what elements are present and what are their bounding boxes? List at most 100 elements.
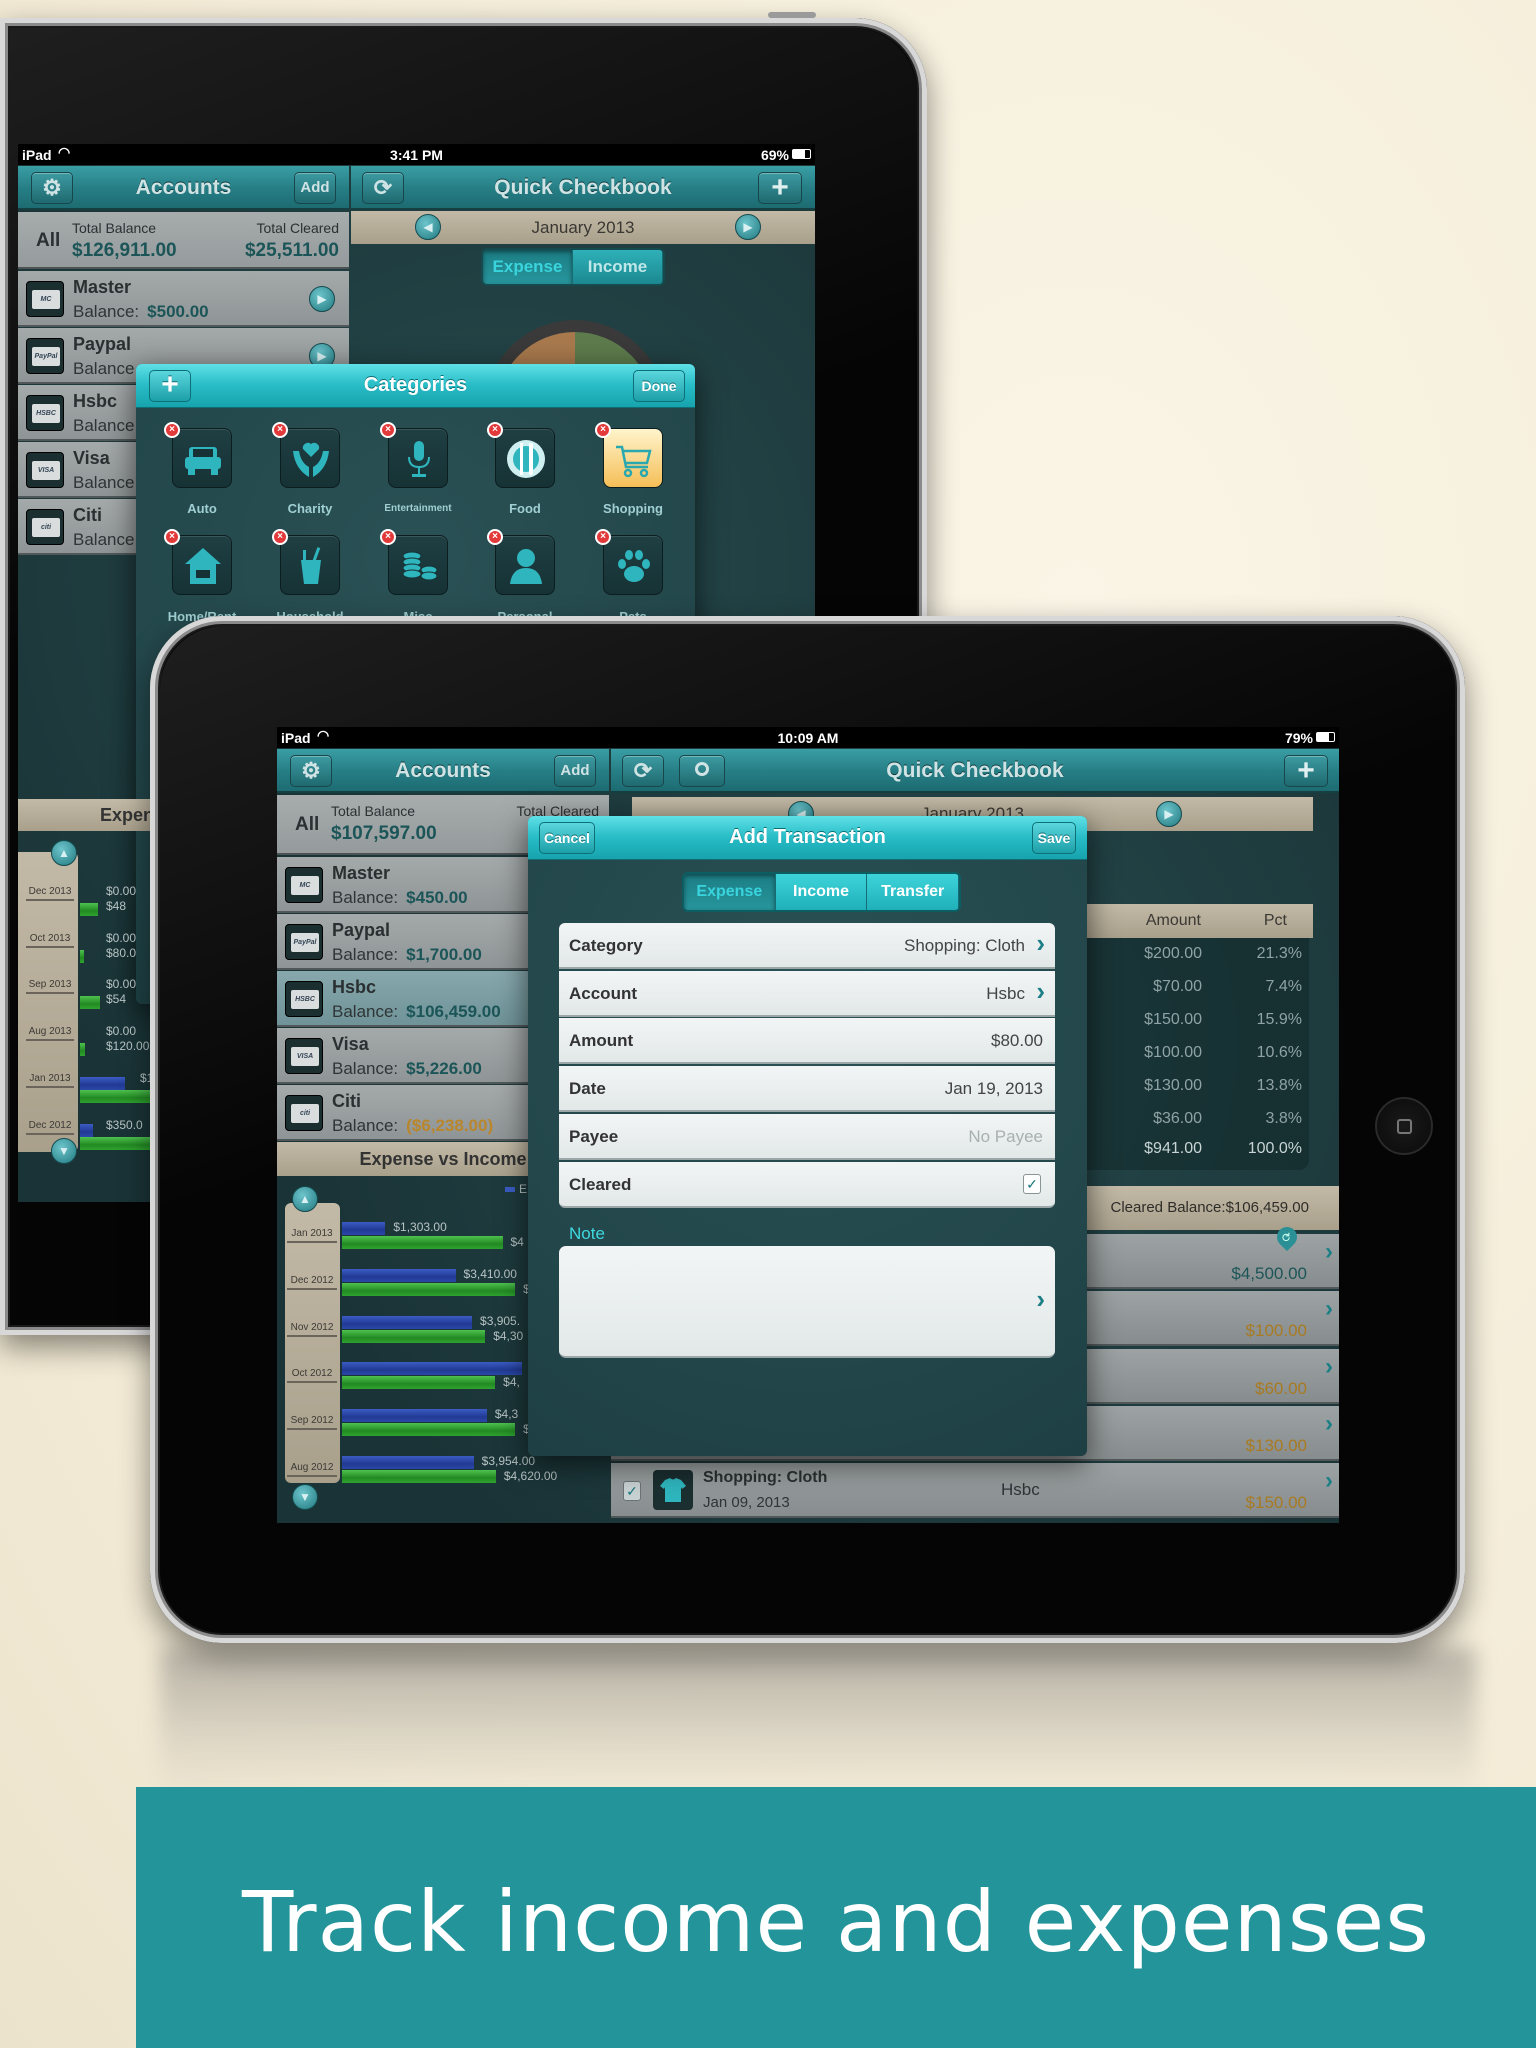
balance-label: Balance [73, 473, 135, 492]
field-value: Shopping: Cloth [904, 936, 1025, 955]
account-detail-arrow-icon[interactable]: ▶ [309, 286, 335, 312]
categories-title: Categories [363, 374, 468, 396]
field-account[interactable]: Account Hsbc › [559, 970, 1055, 1017]
balance-label: Balance: [332, 888, 399, 907]
done-button[interactable]: Done [633, 370, 685, 402]
chevron-right-icon: › [1036, 1284, 1045, 1314]
transaction-row[interactable]: $150.00 › ✓ Shopping: Cloth Jan 09, 2013 Hsbc [611, 1463, 1339, 1519]
add-account-button[interactable]: Add [294, 172, 336, 204]
income-bar [80, 1089, 150, 1103]
delete-category-icon[interactable]: × [595, 529, 611, 545]
category-entertainment[interactable] [388, 428, 448, 488]
category-shopping[interactable] [603, 428, 663, 488]
field-amount[interactable]: Amount $80.00 [559, 1018, 1055, 1065]
cleared-checkbox[interactable]: ✓ [1023, 1173, 1041, 1194]
month-scroller[interactable] [285, 1203, 340, 1483]
category-personal[interactable] [495, 535, 555, 595]
all-accounts-label: All [295, 814, 320, 835]
balance-value: $1,700.00 [406, 945, 482, 964]
add-transaction-header: Cancel Add Transaction Save [528, 816, 1087, 860]
add-transaction-button[interactable]: + [758, 172, 802, 204]
segment-income[interactable]: Income [573, 250, 663, 284]
table-pct-cell: 7.4% [1265, 978, 1302, 995]
field-cleared[interactable]: Cleared ✓ [559, 1161, 1055, 1208]
expense-value-label: $350.0 [106, 1117, 143, 1132]
cleared-checkbox[interactable]: ✓ [623, 1481, 641, 1502]
chevron-right-icon: › [1036, 975, 1045, 1006]
category-charity[interactable] [280, 428, 340, 488]
home-button[interactable] [1375, 1097, 1433, 1155]
chevron-right-icon[interactable]: › [1325, 1353, 1333, 1381]
field-category[interactable]: Category Shopping: Cloth › [559, 923, 1055, 969]
income-value-label: $4,30 [493, 1328, 524, 1343]
segment-expense[interactable]: Expense [684, 874, 776, 910]
chevron-right-icon[interactable]: › [1325, 1238, 1333, 1266]
scroll-down-icon[interactable]: ▼ [51, 1138, 77, 1164]
category-household[interactable] [280, 535, 340, 595]
delete-category-icon[interactable]: × [164, 529, 180, 545]
table-amount-cell: $150.00 [1144, 1011, 1202, 1028]
account-row-master[interactable]: MC Master Balance: $500.00 ▶ [18, 271, 349, 327]
delete-category-icon[interactable]: × [380, 529, 396, 545]
delete-category-icon[interactable]: × [164, 422, 180, 438]
add-account-button[interactable]: Add [554, 755, 596, 787]
chevron-right-icon[interactable]: › [1325, 1467, 1333, 1495]
income-bar [80, 903, 98, 916]
income-value-label: $80.0 [106, 945, 137, 960]
next-month-icon[interactable]: ▶ [735, 214, 761, 240]
transaction-amount: $100.00 [1245, 1321, 1307, 1341]
chevron-right-icon[interactable]: › [1325, 1410, 1333, 1438]
transaction-amount: $4,500.00 [1231, 1264, 1307, 1283]
field-date[interactable]: Date Jan 19, 2013 [559, 1066, 1055, 1113]
next-month-icon[interactable]: ▶ [1156, 801, 1182, 827]
transaction-account: Hsbc [1001, 1480, 1040, 1500]
segment-expense[interactable]: Expense [483, 250, 573, 284]
account-name: Visa [332, 1034, 369, 1054]
category-auto[interactable] [172, 428, 232, 488]
chart-month-label: Jan 2013 [26, 1073, 74, 1088]
expense-bar [80, 1076, 125, 1090]
balance-value: $5,226.00 [406, 1059, 482, 1078]
category-food[interactable] [495, 428, 555, 488]
note-input[interactable]: › [559, 1246, 1055, 1358]
delete-category-icon[interactable]: × [487, 529, 503, 545]
scroll-up-icon[interactable]: ▲ [292, 1186, 318, 1212]
main-nav-bar: ⟳ Quick Checkbook + [611, 749, 1339, 793]
delete-category-icon[interactable]: × [595, 422, 611, 438]
delete-category-icon[interactable]: × [380, 422, 396, 438]
app-title: Quick Checkbook [886, 759, 1064, 782]
segment-transfer[interactable]: Transfer [867, 874, 959, 910]
delete-category-icon[interactable]: × [487, 422, 503, 438]
note-label: Note [569, 1224, 605, 1243]
save-button[interactable]: Save [1032, 822, 1076, 854]
table-pct-cell: 100.0% [1247, 1140, 1302, 1157]
caption-text: Track income and expenses [242, 1873, 1430, 1971]
accounts-summary[interactable]: All Total Balance $126,911.00 Total Cleared… [18, 212, 349, 269]
scroll-up-icon[interactable]: ▲ [51, 840, 77, 866]
field-payee[interactable]: Payee No Payee [559, 1113, 1055, 1160]
back-ipad-top-button [768, 12, 816, 18]
category-pets[interactable] [603, 535, 663, 595]
add-transaction-modal: Cancel Add Transaction Save Expense Income Tr… [528, 816, 1087, 1456]
account-balance: Balance: ($6,238.00) [332, 1116, 493, 1136]
scroll-down-icon[interactable]: ▼ [292, 1484, 318, 1510]
card-logo: MC [291, 876, 319, 895]
field-label: Payee [569, 1126, 619, 1146]
category-home-rent[interactable] [172, 535, 232, 595]
account-balance: Balance: $106,459.00 [332, 1002, 501, 1022]
category-misc[interactable] [388, 535, 448, 595]
segment-income[interactable]: Income [775, 874, 868, 910]
balance-label: Balance [73, 359, 135, 378]
cleared-balance-text: Cleared Balance:$106,459.00 [1110, 1199, 1310, 1216]
delete-category-icon[interactable]: × [272, 422, 288, 438]
clock: 10:09 AM [777, 730, 839, 746]
chevron-right-icon[interactable]: › [1325, 1295, 1333, 1323]
table-pct-cell: 15.9% [1256, 1011, 1302, 1028]
categories-header: + Categories Done [136, 364, 695, 408]
status-bar: iPad ◠ 3:41 PM 69% [18, 144, 815, 165]
expense-bar [342, 1456, 474, 1469]
add-transaction-button[interactable]: + [1284, 755, 1328, 787]
field-label: Account [569, 983, 637, 1003]
delete-category-icon[interactable]: × [272, 529, 288, 545]
visa-icon: VISA [285, 1038, 323, 1074]
